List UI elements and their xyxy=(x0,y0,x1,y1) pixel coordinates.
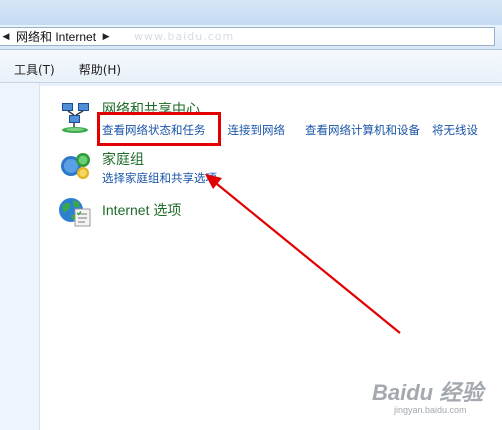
watermark-logo-text: Baidu 经验 xyxy=(372,380,484,405)
annotation-arrow xyxy=(205,174,401,334)
baidu-watermark: Baidu 经验 jingyan.baidu.com xyxy=(372,375,497,423)
